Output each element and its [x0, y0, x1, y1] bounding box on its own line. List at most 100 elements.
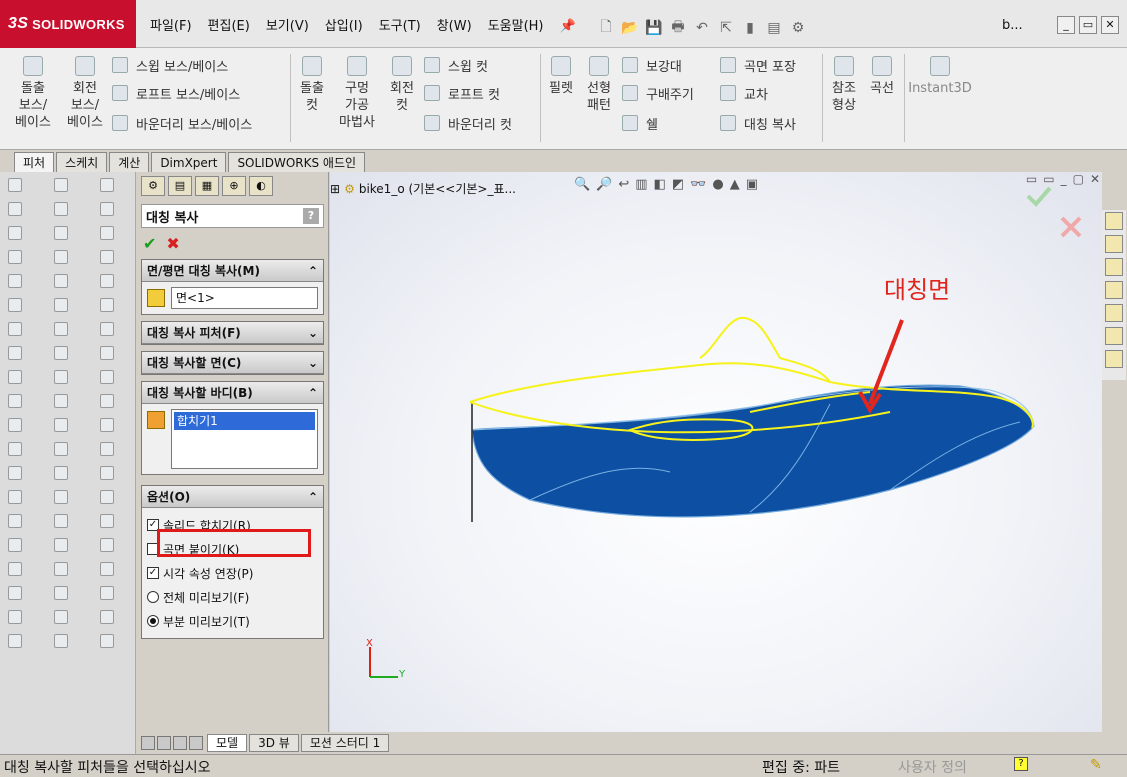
design-library-icon[interactable]	[1105, 235, 1123, 253]
tool-icon[interactable]	[100, 202, 114, 216]
tool-icon[interactable]	[8, 202, 22, 216]
prev-tab-arrow-icon[interactable]	[157, 736, 171, 750]
curves-button[interactable]: 곡선	[864, 56, 900, 97]
pin-icon[interactable]: 📌	[552, 16, 584, 38]
home-icon[interactable]	[1105, 212, 1123, 230]
sweep-cut-button[interactable]: 스윕 컷	[424, 54, 488, 76]
tool-icon[interactable]	[54, 226, 68, 240]
custom-units-status[interactable]: 사용자 정의	[898, 757, 967, 777]
tool-icon[interactable]	[8, 538, 22, 552]
tool-icon[interactable]	[8, 298, 22, 312]
restore-icon[interactable]: ▭	[1079, 16, 1097, 34]
tool-icon[interactable]	[54, 538, 68, 552]
feature-manager-tab[interactable]: ⚙	[141, 176, 165, 196]
revolve-boss-button[interactable]: 회전 보스/ 베이스	[62, 56, 108, 131]
tool-icon[interactable]	[100, 490, 114, 504]
confirm-check-icon[interactable]	[1026, 186, 1052, 207]
menu-window[interactable]: 창(W)	[429, 16, 480, 38]
group-header[interactable]: 대칭 복사 피처(F) ⌄	[142, 322, 323, 344]
tool-icon[interactable]	[100, 634, 114, 648]
tool-icon[interactable]	[100, 442, 114, 456]
tab-addins[interactable]: SOLIDWORKS 애드인	[228, 152, 366, 172]
tool-icon[interactable]	[8, 490, 22, 504]
linear-pattern-button[interactable]: 선형 패턴	[582, 56, 616, 114]
first-tab-arrow-icon[interactable]	[141, 736, 155, 750]
tool-icon[interactable]	[100, 250, 114, 264]
property-manager-tab[interactable]: ▤	[168, 176, 192, 196]
confirm-cancel-icon[interactable]	[1060, 216, 1082, 238]
menu-help[interactable]: 도움말(H)	[480, 16, 552, 38]
tool-icon[interactable]	[54, 466, 68, 480]
tool-icon[interactable]	[100, 394, 114, 408]
file-properties-icon[interactable]: ▤	[764, 20, 784, 36]
shell-button[interactable]: 쉘	[622, 112, 658, 134]
close-icon[interactable]: ✕	[1101, 16, 1119, 34]
tool-icon[interactable]	[8, 466, 22, 480]
tool-icon[interactable]	[8, 610, 22, 624]
tool-icon[interactable]	[100, 178, 114, 192]
tab-evaluate[interactable]: 계산	[109, 152, 150, 172]
collapse-icon[interactable]: ⌃	[308, 490, 318, 504]
tool-icon[interactable]	[54, 322, 68, 336]
tool-icon[interactable]	[100, 586, 114, 600]
graphics-area[interactable]: ⊞ ⚙ bike1_o (기본<<기본>_표... 🔍 🔎 ↩ ▥ ◧ ◩ 👓 …	[330, 172, 1102, 732]
tool-icon[interactable]	[8, 226, 22, 240]
full-preview-radio[interactable]: 전체 미리보기(F)	[147, 585, 318, 609]
menu-view[interactable]: 보기(V)	[258, 16, 317, 38]
tool-icon[interactable]	[8, 634, 22, 648]
last-tab-arrow-icon[interactable]	[189, 736, 203, 750]
configuration-manager-tab[interactable]: ▦	[195, 176, 219, 196]
rebuild-icon[interactable]: ▮	[740, 20, 760, 36]
select-arrow-icon[interactable]: ⇱	[716, 20, 736, 36]
extrude-cut-button[interactable]: 돌출 컷	[294, 56, 330, 114]
tool-icon[interactable]	[8, 322, 22, 336]
save-icon[interactable]: 💾	[644, 20, 664, 36]
tool-icon[interactable]	[100, 466, 114, 480]
ok-button[interactable]: ✔	[143, 234, 156, 253]
tool-icon[interactable]	[8, 250, 22, 264]
reference-geometry-button[interactable]: 참조 형상	[826, 56, 862, 114]
tab-motion-study[interactable]: 모션 스터디 1	[300, 734, 390, 752]
tool-icon[interactable]	[54, 250, 68, 264]
tool-icon[interactable]	[8, 442, 22, 456]
tool-icon[interactable]	[54, 202, 68, 216]
tool-icon[interactable]	[8, 274, 22, 288]
loft-boss-button[interactable]: 로프트 보스/베이스	[112, 82, 240, 104]
tool-icon[interactable]	[100, 418, 114, 432]
intersect-button[interactable]: 교차	[720, 82, 768, 104]
tool-icon[interactable]	[54, 490, 68, 504]
tool-icon[interactable]	[100, 514, 114, 528]
tool-icon[interactable]	[54, 610, 68, 624]
tool-icon[interactable]	[100, 370, 114, 384]
tab-model[interactable]: 모델	[207, 734, 248, 752]
tab-features[interactable]: 피처	[14, 152, 55, 172]
tool-icon[interactable]	[54, 634, 68, 648]
checkbox-checked[interactable]: ✓	[147, 567, 159, 579]
tool-icon[interactable]	[54, 442, 68, 456]
expand-icon[interactable]: ⌄	[308, 326, 318, 340]
tool-icon[interactable]	[54, 514, 68, 528]
tool-icon[interactable]	[100, 538, 114, 552]
appearances-icon[interactable]	[1105, 304, 1123, 322]
tool-icon[interactable]	[100, 298, 114, 312]
propagate-visual-checkbox[interactable]: ✓ 시각 속성 연장(P)	[147, 561, 318, 585]
fillet-button[interactable]: 필렛	[544, 56, 578, 97]
mirror-face-field[interactable]: 면<1>	[171, 287, 318, 309]
menu-edit[interactable]: 편집(E)	[200, 16, 258, 38]
tool-icon[interactable]	[100, 322, 114, 336]
group-header[interactable]: 대칭 복사할 바디(B) ⌃	[142, 382, 323, 404]
tool-icon[interactable]	[8, 514, 22, 528]
tool-icon[interactable]	[8, 178, 22, 192]
boundary-boss-button[interactable]: 바운더리 보스/베이스	[112, 112, 252, 134]
tool-icon[interactable]	[54, 178, 68, 192]
group-header[interactable]: 옵션(O) ⌃	[142, 486, 323, 508]
tool-icon[interactable]	[8, 562, 22, 576]
instant3d-button[interactable]: Instant3D	[908, 56, 972, 97]
revolve-cut-button[interactable]: 회전 컷	[384, 56, 420, 114]
list-item[interactable]: 합치기1	[174, 412, 315, 430]
print-icon[interactable]: 🖶	[668, 16, 688, 40]
tool-icon[interactable]	[8, 418, 22, 432]
radio-on[interactable]	[147, 615, 159, 627]
extrude-boss-button[interactable]: 돌출 보스/ 베이스	[10, 56, 56, 131]
custom-properties-icon[interactable]	[1105, 327, 1123, 345]
